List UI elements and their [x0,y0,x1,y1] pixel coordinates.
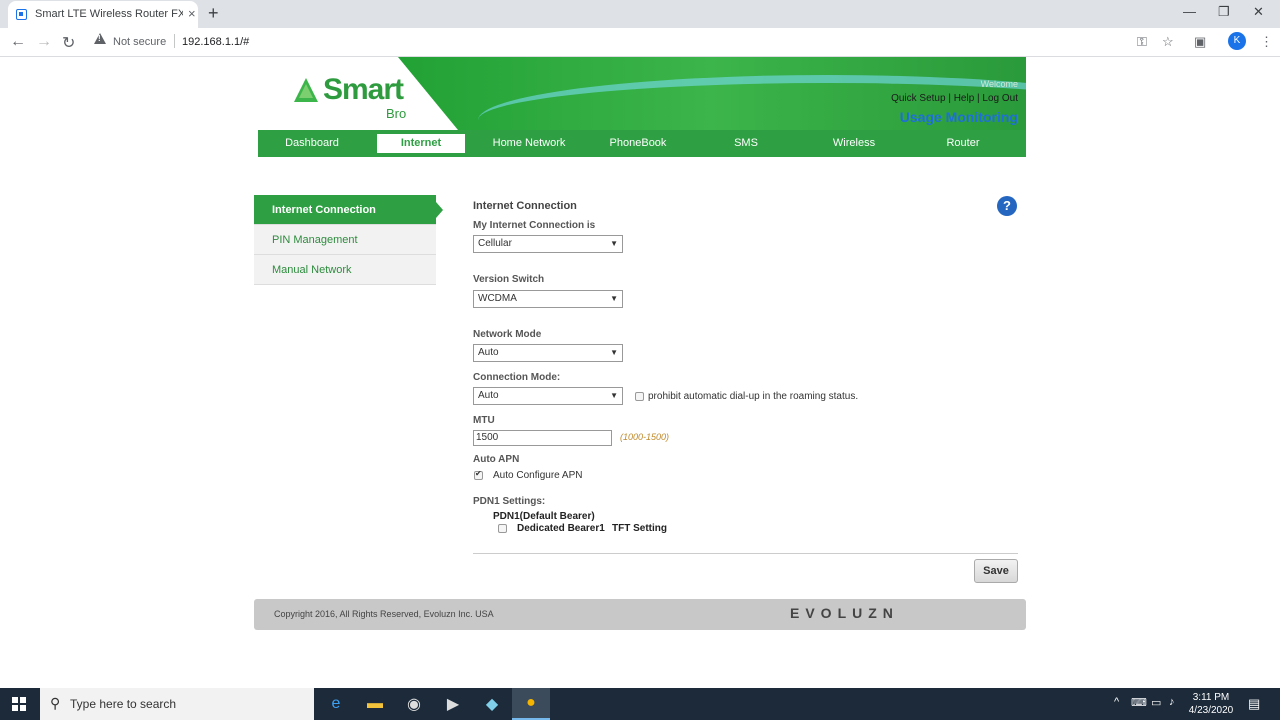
logo-text: Smart [323,73,404,106]
edge-icon[interactable]: e [317,688,355,720]
volume-icon[interactable]: ♪ [1169,696,1175,708]
taskbar-search[interactable]: ⚲ Type here to search [40,688,314,720]
tray-chevron-icon[interactable]: ^ [1114,696,1119,708]
router-header: Smart Bro Welcome Quick Setup | Help | L… [258,57,1026,130]
welcome-text: Welcome [980,79,1018,89]
sidebar: Internet Connection PIN Management Manua… [254,195,443,285]
nav-internet[interactable]: Internet [377,134,465,153]
browser-tab-strip: Smart LTE Wireless Router FX PRO × + — ❐… [0,0,1280,28]
sidebar-item-manual-network[interactable]: Manual Network [254,255,436,285]
nav-phonebook[interactable]: PhoneBook [594,134,682,153]
url-text[interactable]: 192.168.1.1/# [182,36,249,48]
search-icon: ⚲ [50,695,61,711]
media-player-icon[interactable]: ◉ [395,688,433,720]
sidebar-item-internet-connection[interactable]: Internet Connection [254,195,443,225]
menu-kebab-icon[interactable]: ⋮ [1260,34,1273,50]
usage-monitoring-link[interactable]: Usage Monitoring [900,109,1018,125]
connection-mode-value: Auto [478,390,499,401]
start-button[interactable] [0,688,40,720]
security-indicator[interactable]: Not secure [113,36,166,48]
dropdown-arrow-icon: ▼ [610,239,618,248]
logo-subtext: Bro [386,106,407,121]
roaming-label: prohibit automatic dial-up in the roamin… [648,391,859,402]
roaming-checkbox[interactable] [635,392,644,401]
address-bar[interactable]: Not secure 192.168.1.1/# [88,31,1158,53]
mtu-range-hint: (1000-1500) [620,432,670,442]
auto-apn-label: Auto APN [473,454,520,465]
reload-icon[interactable]: ↻ [62,33,75,53]
version-switch-select[interactable]: WCDMA ▼ [473,290,623,308]
restore-icon[interactable]: ❐ [1218,4,1230,20]
mtu-input[interactable]: 1500 [473,430,612,446]
system-clock[interactable]: 3:11 PM 4/23/2020 [1188,691,1234,717]
file-explorer-icon[interactable]: ▬ [356,688,394,720]
warning-icon [94,33,106,44]
pdn1-default-bearer: PDN1(Default Bearer) [493,511,595,522]
save-button[interactable]: Save [974,559,1018,583]
network-icon[interactable]: ▭ [1151,696,1161,709]
chrome-icon[interactable]: ● [512,688,550,720]
quick-links[interactable]: Quick Setup | Help | Log Out [891,93,1018,104]
forward-arrow-icon[interactable]: → [36,33,52,51]
version-switch-value: WCDMA [478,293,517,304]
video-editor-icon[interactable]: ▶ [434,688,472,720]
connection-type-select[interactable]: Cellular ▼ [473,235,623,253]
dropdown-arrow-icon: ▼ [610,348,618,357]
nav-wireless[interactable]: Wireless [810,134,898,153]
tab-close-icon[interactable]: × [188,6,196,21]
dedicated-bearer-label: Dedicated Bearer1 [517,523,605,534]
minimize-icon[interactable]: — [1183,4,1196,19]
sidebar-item-pin-management[interactable]: PIN Management [254,225,436,255]
version-switch-label: Version Switch [473,274,545,285]
search-placeholder: Type here to search [70,697,177,711]
clock-time: 3:11 PM [1192,692,1230,703]
nav-dashboard[interactable]: Dashboard [268,134,356,153]
page-favicon-icon [16,9,27,20]
profile-avatar[interactable]: K [1228,32,1246,50]
bookmark-star-icon[interactable]: ☆ [1162,34,1174,50]
browser-toolbar: ← → ↻ Not secure 192.168.1.1/# ⚿ ☆ ▣ K ⋮ [0,28,1280,57]
tab-title: Smart LTE Wireless Router FX PRO [35,8,183,20]
copyright-text: Copyright 2016, All Rights Reserved, Evo… [274,609,494,619]
windows-taskbar: ⚲ Type here to search e ▬ ◉ ▶ ◆ ● ^ ⌨ ▭ … [0,688,1280,720]
connection-type-label: My Internet Connection is [473,220,596,231]
mtu-label: MTU [473,415,495,426]
windows-logo-icon [12,697,26,711]
page-footer: Copyright 2016, All Rights Reserved, Evo… [254,599,1026,630]
auto-configure-apn-label: Auto Configure APN [493,470,583,481]
page-title: Internet Connection [473,200,577,212]
help-icon[interactable]: ? [997,196,1017,216]
dropdown-arrow-icon: ▼ [610,294,618,303]
nav-router[interactable]: Router [919,134,1007,153]
connection-mode-label: Connection Mode: [473,372,561,383]
pdn1-settings-label: PDN1 Settings: [473,496,546,507]
smart-logo-icon [294,78,318,102]
key-icon[interactable]: ⚿ [1137,34,1147,50]
footer-brand: EVOLUZN [790,605,899,621]
new-tab-button[interactable]: + [208,3,219,24]
auto-configure-apn-checkbox[interactable] [474,469,483,480]
connection-mode-select[interactable]: Auto ▼ [473,387,623,405]
network-mode-value: Auto [478,347,499,358]
app-icon[interactable]: ◆ [473,688,511,720]
connection-type-value: Cellular [478,238,512,249]
back-arrow-icon[interactable]: ← [10,33,26,51]
network-mode-select[interactable]: Auto ▼ [473,344,623,362]
notification-icon[interactable]: ▤ [1248,696,1260,712]
main-nav: Dashboard Internet Home Network PhoneBoo… [258,130,1026,157]
clock-date: 4/23/2020 [1188,705,1234,716]
nav-home-network[interactable]: Home Network [485,134,573,153]
window-close-icon[interactable]: ✕ [1253,4,1264,20]
extension-icon[interactable]: ▣ [1194,34,1206,50]
nav-sms[interactable]: SMS [702,134,790,153]
dropdown-arrow-icon: ▼ [610,391,618,400]
tft-setting-link[interactable]: TFT Setting [612,523,667,534]
input-method-icon[interactable]: ⌨ [1131,696,1147,709]
network-mode-label: Network Mode [473,329,542,340]
form-divider [473,553,1018,554]
omnibox-divider [174,34,175,48]
browser-tab[interactable]: Smart LTE Wireless Router FX PRO × [8,1,198,28]
dedicated-bearer-checkbox[interactable] [498,524,507,533]
